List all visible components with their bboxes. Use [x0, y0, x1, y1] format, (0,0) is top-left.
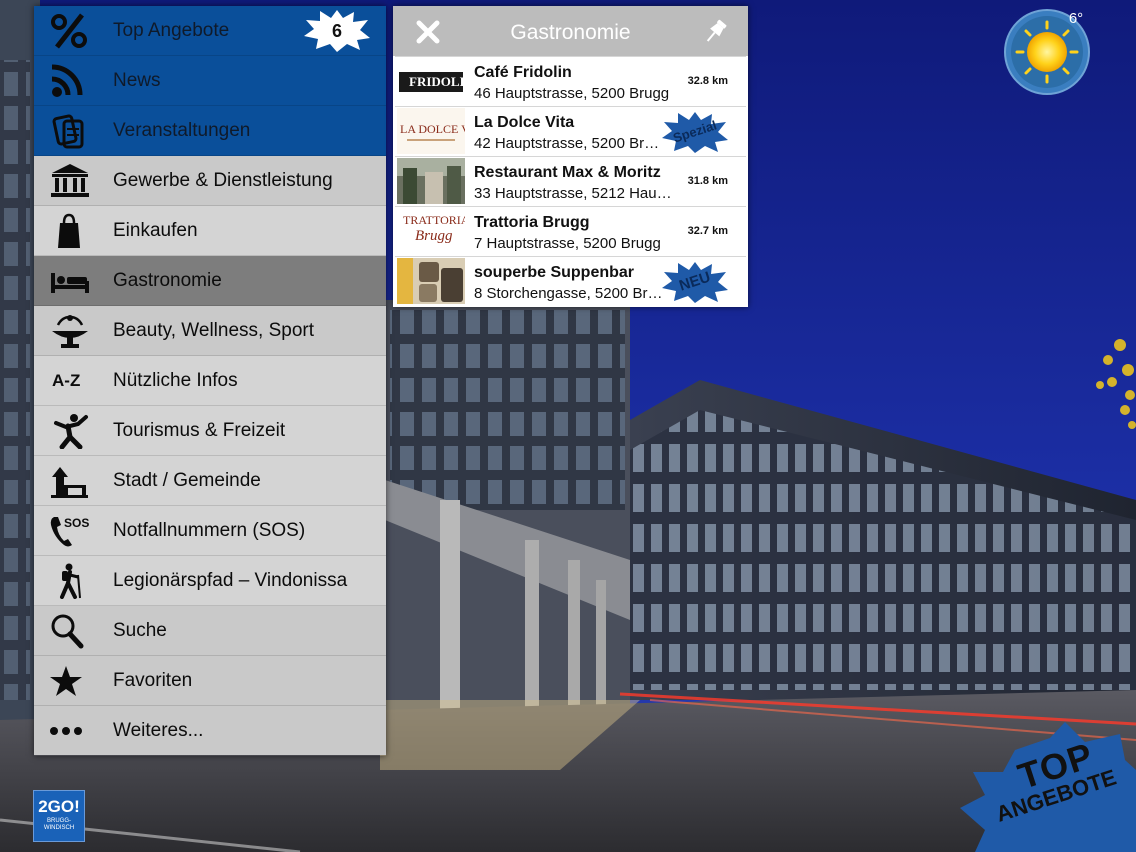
popup-header: Gastronomie — [393, 6, 748, 56]
distance-label: 32.7 km — [687, 225, 728, 237]
rss-icon — [51, 64, 83, 97]
list-item-souperbe-suppenbar[interactable]: souperbe Suppenbar 8 Storchengasse, 5200… — [395, 256, 746, 305]
star-icon — [50, 666, 82, 696]
menu-item-label: Gastronomie — [113, 270, 222, 291]
souperbe-suppenbar-thumbnail — [397, 258, 465, 304]
menu-item-notfallnummern[interactable]: SOS Notfallnummern (SOS) — [34, 506, 386, 556]
menu-item-label: Weiteres... — [113, 720, 204, 741]
more-dots-icon — [50, 727, 82, 735]
close-icon[interactable] — [415, 19, 441, 45]
main-menu: Top Angebote 6 News Veranstaltungen Gewe… — [34, 6, 386, 756]
restaurant-name: La Dolce Vita — [474, 114, 575, 131]
temperature-label: 6° — [1068, 10, 1084, 27]
la-dolce-vita-thumbnail: LA DOLCE VITA — [397, 108, 465, 154]
search-icon — [51, 614, 84, 649]
bank-icon — [51, 164, 89, 197]
tickets-icon — [52, 114, 84, 149]
menu-item-label: Notfallnummern (SOS) — [113, 520, 306, 541]
sos-icon-text: SOS — [64, 516, 90, 530]
gastronomie-popup: Gastronomie FRIDOLIN Café Fridolin 46 Ha… — [393, 6, 748, 307]
restaurant-name: Restaurant Max & Moritz — [474, 164, 661, 181]
pin-icon[interactable] — [703, 18, 729, 46]
menu-item-suche[interactable]: Suche — [34, 606, 386, 656]
restaurant-address: 8 Storchengasse, 5200 Brugg — [474, 285, 664, 302]
restaurant-name: Café Fridolin — [474, 64, 572, 81]
town-hall-icon — [51, 467, 88, 498]
restaurant-address: 42 Hauptstrasse, 5200 Brugg — [474, 135, 664, 152]
menu-item-legionaerspfad[interactable]: Legionärspfad – Vindonissa — [34, 556, 386, 606]
menu-item-gewerbe[interactable]: Gewerbe & Dienstleistung — [34, 156, 386, 206]
popup-title: Gastronomie — [510, 21, 631, 44]
menu-item-nuetzliche-infos[interactable]: A-Z Nützliche Infos — [34, 356, 386, 406]
menu-item-einkaufen[interactable]: Einkaufen — [34, 206, 386, 256]
spezial-badge: Spezial — [660, 111, 730, 153]
restaurant-name: Trattoria Brugg — [474, 214, 590, 231]
bed-icon — [51, 273, 89, 293]
menu-item-top-angebote[interactable]: Top Angebote 6 — [34, 6, 386, 56]
distance-label: 32.8 km — [687, 75, 728, 87]
restaurant-address: 33 Hauptstrasse, 5212 Hausen — [474, 185, 679, 202]
app-logo[interactable]: 2GO! BRUGG- WINDISCH — [33, 790, 85, 842]
trattoria-brugg-thumbnail: TRATTORIA Brugg — [397, 208, 465, 254]
menu-item-stadt-gemeinde[interactable]: Stadt / Gemeinde — [34, 456, 386, 506]
restaurant-max-moritz-thumbnail — [397, 158, 465, 204]
restaurant-address: 46 Hauptstrasse, 5200 Brugg — [474, 85, 670, 102]
menu-item-gastronomie[interactable]: Gastronomie — [34, 256, 386, 306]
menu-item-news[interactable]: News — [34, 56, 386, 106]
shopping-bag-icon — [58, 213, 80, 248]
top-angebote-count-badge: 6 — [302, 8, 372, 52]
menu-item-favoriten[interactable]: Favoriten — [34, 656, 386, 706]
menu-item-beauty[interactable]: Beauty, Wellness, Sport — [34, 306, 386, 356]
menu-item-label: Gewerbe & Dienstleistung — [113, 170, 333, 191]
a-z-icon: A-Z — [52, 371, 81, 390]
hiker-icon — [60, 563, 81, 599]
menu-item-veranstaltungen[interactable]: Veranstaltungen — [34, 106, 386, 156]
menu-item-label: Einkaufen — [113, 220, 198, 241]
logo-sub-text: BRUGG- WINDISCH — [43, 818, 75, 831]
person-jumping-icon — [54, 414, 88, 449]
menu-item-weiteres[interactable]: Weiteres... — [34, 706, 386, 755]
menu-item-label: Stadt / Gemeinde — [113, 470, 261, 491]
restaurant-address: 7 Hauptstrasse, 5200 Brugg — [474, 235, 661, 252]
percent-icon — [51, 13, 87, 49]
neu-badge: NEU — [660, 261, 730, 303]
fountain-icon — [52, 315, 88, 348]
logo-main-text: 2GO! — [38, 797, 80, 816]
restaurant-name: souperbe Suppenbar — [474, 264, 635, 281]
list-item-restaurant-max-moritz[interactable]: Restaurant Max & Moritz 33 Hauptstrasse,… — [395, 156, 746, 205]
list-item-cafe-fridolin[interactable]: FRIDOLIN Café Fridolin 46 Hauptstrasse, … — [395, 56, 746, 105]
menu-item-label: Tourismus & Freizeit — [113, 420, 286, 441]
cafe-fridolin-thumbnail: FRIDOLIN — [397, 58, 465, 104]
menu-item-label: Legionärspfad – Vindonissa — [113, 570, 348, 591]
menu-item-label: Veranstaltungen — [113, 120, 251, 141]
list-item-trattoria-brugg[interactable]: TRATTORIA Brugg Trattoria Brugg 7 Haupts… — [395, 206, 746, 255]
menu-item-label: Beauty, Wellness, Sport — [113, 320, 315, 341]
list-item-la-dolce-vita[interactable]: LA DOLCE VITA La Dolce Vita 42 Hauptstra… — [395, 106, 746, 155]
distance-label: 31.8 km — [687, 175, 728, 187]
menu-item-label: Favoriten — [113, 670, 193, 691]
menu-item-label: Suche — [113, 620, 167, 641]
menu-item-label: Top Angebote — [113, 20, 230, 41]
menu-item-label: Nützliche Infos — [113, 370, 238, 391]
menu-item-tourismus[interactable]: Tourismus & Freizeit — [34, 406, 386, 456]
menu-item-label: News — [113, 70, 161, 91]
